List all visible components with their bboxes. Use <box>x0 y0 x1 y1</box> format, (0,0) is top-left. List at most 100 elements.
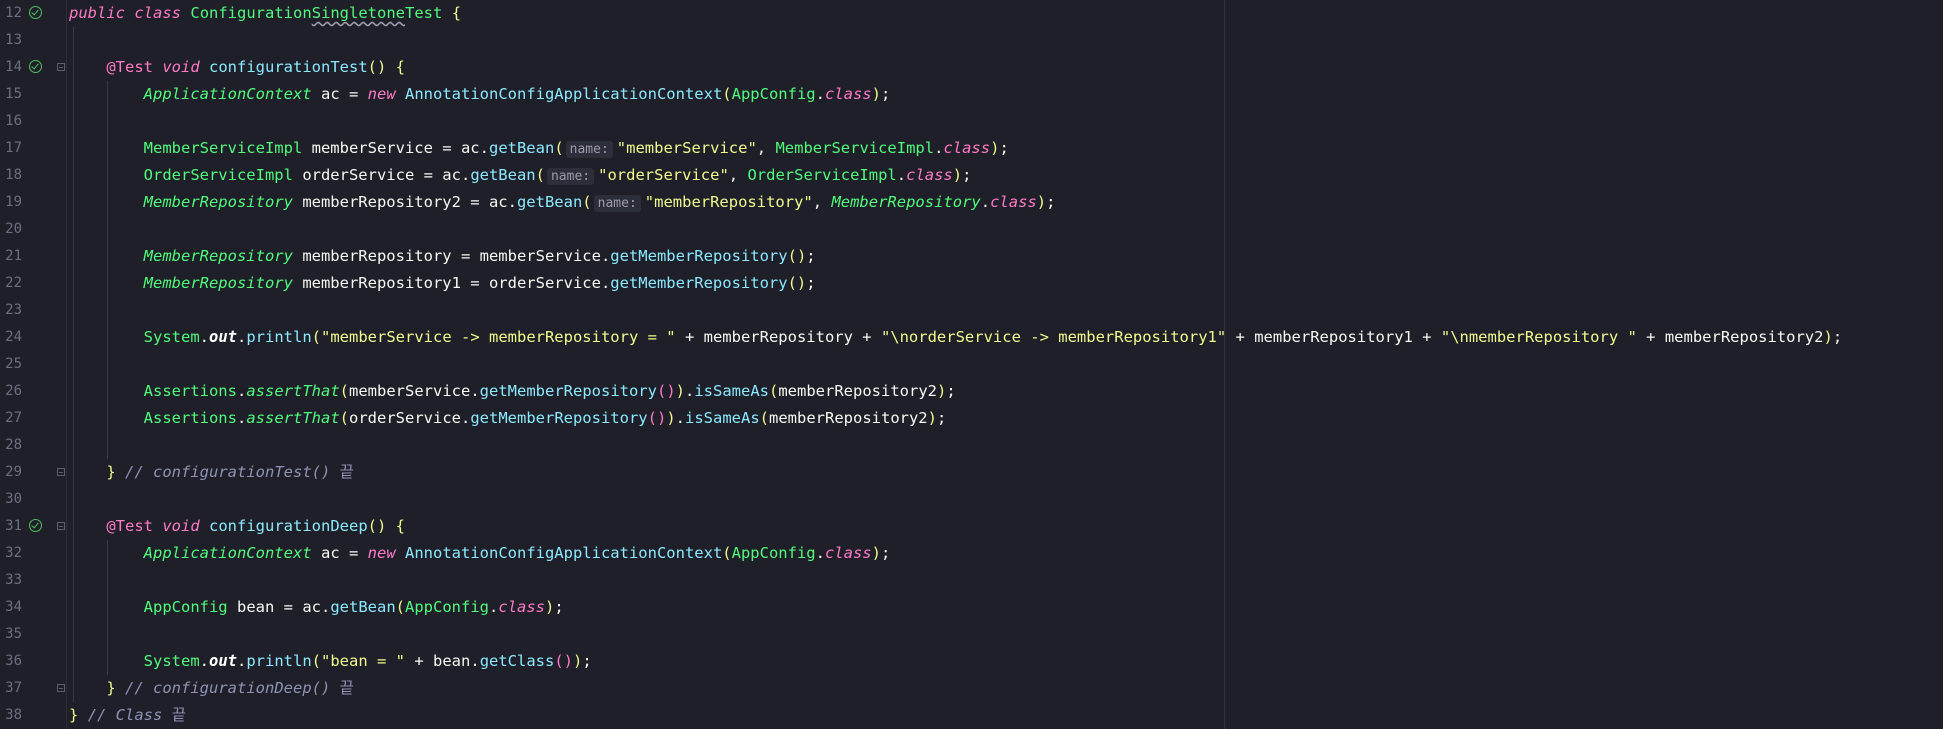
code-token: ac <box>460 139 480 157</box>
code-line[interactable]: 23 <box>0 297 1943 324</box>
code-token: "memberService -> memberRepository = " <box>321 328 676 346</box>
code-token: println <box>246 328 312 346</box>
code-token: @Test <box>106 517 153 535</box>
code-line[interactable]: 30 <box>0 486 1943 513</box>
code-line[interactable]: 33 <box>0 567 1943 594</box>
code-token: getMemberRepository <box>610 274 788 292</box>
code-token: memberRepository1 <box>1254 328 1413 346</box>
code-line[interactable]: 19 MemberRepository memberRepository2 = … <box>0 189 1943 216</box>
code-line[interactable]: 36 System.out.println("bean = " + bean.g… <box>0 648 1943 675</box>
code-token: . <box>600 274 611 292</box>
code-line[interactable]: 15 ApplicationContext ac = new Annotatio… <box>0 81 1943 108</box>
code-text: } // Class 끝 <box>69 702 186 729</box>
code-text: System.out.println("memberService -> mem… <box>69 324 1843 351</box>
line-number: 38 <box>5 707 22 723</box>
code-token: "orderService" <box>598 166 729 184</box>
code-line[interactable]: 35 <box>0 621 1943 648</box>
code-token: OrderServiceImpl <box>747 166 897 184</box>
code-token: getMemberRepository <box>479 382 657 400</box>
code-token: // configurationDeep() <box>125 679 340 697</box>
code-text: MemberServiceImpl memberService = ac.get… <box>69 135 1009 162</box>
fold-marker-icon[interactable] <box>57 684 65 692</box>
run-test-passed-icon[interactable] <box>29 519 42 532</box>
code-text: } // configurationDeep() 끝 <box>69 675 354 702</box>
code-token: . <box>470 382 480 400</box>
code-line[interactable]: 38 } // Class 끝 <box>0 702 1943 729</box>
code-token: ac <box>442 166 461 184</box>
code-text: Assertions.assertThat(memberService.getM… <box>69 378 956 405</box>
code-token: + <box>1412 328 1441 346</box>
code-line[interactable]: 24 System.out.println("memberService -> … <box>0 324 1943 351</box>
code-line[interactable]: 28 <box>0 432 1943 459</box>
code-token: () <box>787 274 807 292</box>
code-line[interactable]: 34 AppConfig bean = ac.getBean(AppConfig… <box>0 594 1943 621</box>
code-token: ac <box>320 85 340 103</box>
code-token: ; <box>946 382 956 400</box>
code-token: = <box>339 544 368 562</box>
code-line[interactable]: 18 OrderServiceImpl orderService = ac.ge… <box>0 162 1943 189</box>
code-line[interactable]: 37 } // configurationDeep() 끝 <box>0 675 1943 702</box>
code-token: orderService <box>349 409 461 427</box>
code-token: ( <box>722 85 732 103</box>
code-token: ; <box>999 139 1009 157</box>
code-token: ) <box>666 409 676 427</box>
code-line[interactable]: 20 <box>0 216 1943 243</box>
code-line[interactable]: 25 <box>0 351 1943 378</box>
code-text: @Test void configurationTest() { <box>69 54 405 81</box>
indent-guide <box>107 81 108 459</box>
fold-marker-icon[interactable] <box>57 468 65 476</box>
code-token: memberRepository2 <box>769 409 928 427</box>
code-token: + <box>852 328 881 346</box>
code-line[interactable]: 17 MemberServiceImpl memberService = ac.… <box>0 135 1943 162</box>
code-line[interactable]: 22 MemberRepository memberRepository1 = … <box>0 270 1943 297</box>
code-token: ) <box>952 166 963 184</box>
code-line[interactable]: 26 Assertions.assertThat(memberService.g… <box>0 378 1943 405</box>
code-token: ( <box>759 409 769 427</box>
code-token: isSameAs <box>694 382 769 400</box>
code-token: AppConfig <box>405 598 490 616</box>
code-token: = <box>274 598 303 616</box>
code-line[interactable]: 31 @Test void configurationDeep() { <box>0 513 1943 540</box>
code-line[interactable]: 27 Assertions.assertThat(orderService.ge… <box>0 405 1943 432</box>
code-token: memberRepository2 <box>778 382 937 400</box>
code-token: MemberRepository <box>831 193 981 211</box>
code-line[interactable]: 29 } // configurationTest() 끝 <box>0 459 1943 486</box>
code-editor[interactable]: 12 public class ConfigurationSingletoneTe… <box>0 0 1943 729</box>
code-line[interactable]: 14 @Test void configurationTest() { <box>0 54 1943 81</box>
code-line[interactable]: 32 ApplicationContext ac = new Annotatio… <box>0 540 1943 567</box>
code-token: , <box>756 139 776 157</box>
code-token: new <box>367 544 396 562</box>
code-token: "memberService" <box>616 139 757 157</box>
fold-marker-icon[interactable] <box>57 522 65 530</box>
code-line[interactable]: 13 <box>0 27 1943 54</box>
run-test-passed-icon[interactable] <box>29 60 42 73</box>
code-line[interactable]: 21 MemberRepository memberRepository = m… <box>0 243 1943 270</box>
code-token: = <box>460 274 489 292</box>
code-token: getMemberRepository <box>470 409 648 427</box>
code-token: ; <box>880 544 891 562</box>
code-token: } <box>106 679 116 697</box>
code-line[interactable]: 12 public class ConfigurationSingletoneTe… <box>0 0 1943 27</box>
code-token: () <box>367 58 387 76</box>
code-text: MemberRepository memberRepository2 = ac.… <box>69 189 1055 216</box>
code-text: ApplicationContext ac = new AnnotationCo… <box>69 81 891 108</box>
code-token: ( <box>582 193 592 211</box>
code-token: void <box>162 517 200 535</box>
code-token: "\norderService -> memberRepository1" <box>880 328 1227 346</box>
code-token: ; <box>582 652 592 670</box>
code-token: 끝 <box>339 463 354 481</box>
fold-marker-icon[interactable] <box>57 63 65 71</box>
code-token: = <box>432 139 461 157</box>
code-line[interactable]: 16 <box>0 108 1943 135</box>
code-token: configurationTest <box>209 58 368 76</box>
code-token: ac <box>320 544 340 562</box>
code-text: ApplicationContext ac = new AnnotationCo… <box>69 540 891 567</box>
run-test-passed-icon[interactable] <box>29 6 42 19</box>
